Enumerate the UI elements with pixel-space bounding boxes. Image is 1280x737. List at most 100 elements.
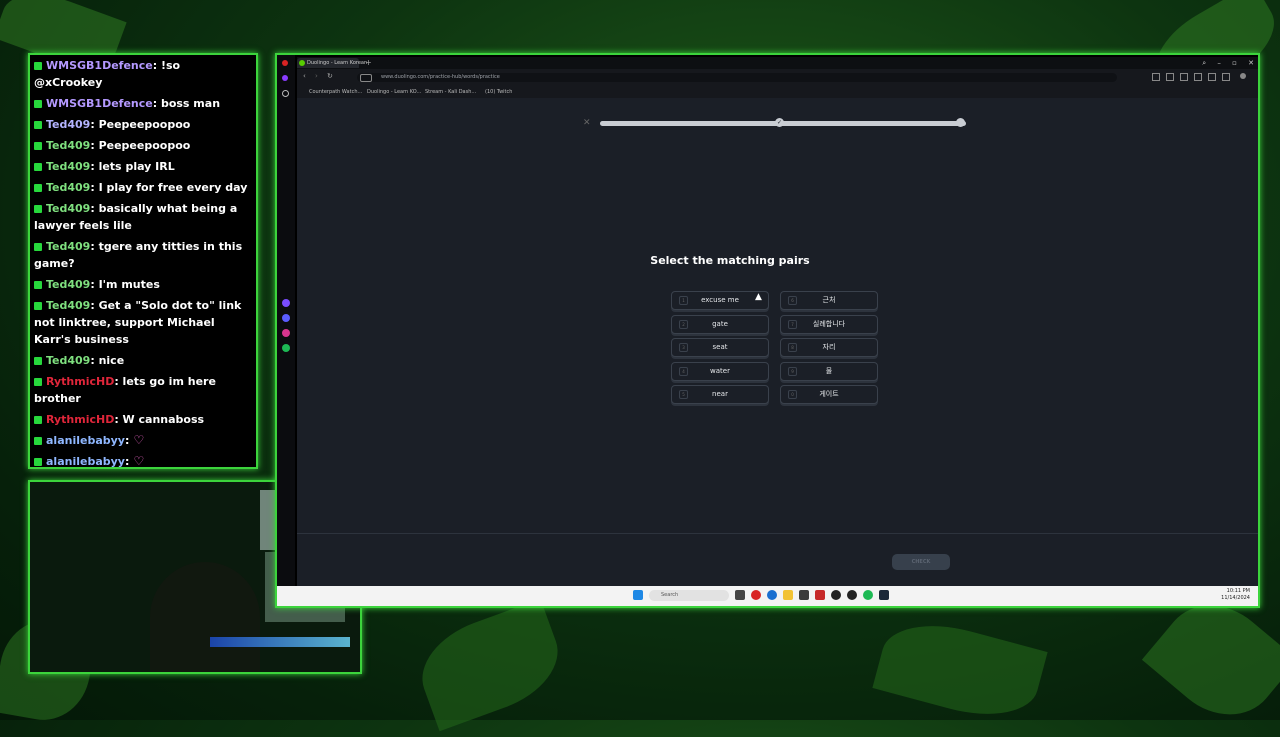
toolbar-icons bbox=[1152, 73, 1252, 81]
maximize-button[interactable]: ▫ bbox=[1232, 59, 1237, 67]
obs-icon[interactable] bbox=[831, 590, 841, 600]
forward-icon[interactable]: › bbox=[315, 72, 318, 80]
close-window-button[interactable]: ✕ bbox=[1248, 59, 1254, 67]
opera-icon[interactable] bbox=[751, 590, 761, 600]
explorer-icon[interactable] bbox=[783, 590, 793, 600]
prompt-title: Select the matching pairs bbox=[650, 254, 810, 267]
chat-username[interactable]: Ted409 bbox=[46, 299, 90, 312]
chat-username[interactable]: Ted409 bbox=[46, 160, 90, 173]
heart-icon[interactable] bbox=[1180, 73, 1188, 81]
taskview-icon[interactable] bbox=[735, 590, 745, 600]
chat-username[interactable]: Ted409 bbox=[46, 354, 90, 367]
leaf-decoration bbox=[408, 598, 572, 732]
chat-username[interactable]: WMSGB1Defence bbox=[46, 59, 153, 72]
pair-label: excuse me bbox=[701, 296, 739, 304]
pair-number: 5 bbox=[679, 390, 688, 399]
extensions-icon[interactable] bbox=[1194, 73, 1202, 81]
pair-number: 8 bbox=[788, 343, 797, 352]
bookmark-4[interactable]: (10) Twitch bbox=[485, 89, 512, 95]
snapshot-icon[interactable] bbox=[1166, 73, 1174, 81]
vpn-badge[interactable] bbox=[360, 74, 372, 82]
chat-username[interactable]: Ted409 bbox=[46, 139, 90, 152]
chat-message: Ted409: Get a "Solo dot to" link not lin… bbox=[30, 295, 256, 350]
pair-right-2[interactable]: 7 실례합니다 bbox=[780, 314, 878, 334]
progress-bar: ✓ bbox=[600, 118, 966, 127]
bookmark-3[interactable]: Stream - Kali Dash... bbox=[425, 89, 476, 95]
kick-badge-icon bbox=[34, 281, 42, 289]
kick-badge-icon bbox=[34, 378, 42, 386]
pair-left-5[interactable]: 5 near bbox=[671, 385, 769, 404]
pair-right-3[interactable]: 8 자리 bbox=[780, 338, 878, 357]
lesson-footer: CHECK bbox=[297, 533, 1258, 587]
profile-icon[interactable] bbox=[1240, 73, 1246, 79]
chat-username[interactable]: Ted409 bbox=[46, 181, 90, 194]
chat-message: Ted409: I'm mutes bbox=[30, 274, 256, 295]
messenger-icon[interactable] bbox=[282, 314, 290, 322]
webcam-rgb-strip bbox=[210, 637, 350, 647]
store-icon[interactable] bbox=[799, 590, 809, 600]
chat-message: RythmicHD: lets go im here brother bbox=[30, 371, 256, 409]
pair-right-5[interactable]: 0 게이트 bbox=[780, 385, 878, 404]
steam-icon[interactable] bbox=[879, 590, 889, 600]
chat-username[interactable]: Ted409 bbox=[46, 118, 90, 131]
browser-sidebar bbox=[277, 55, 295, 604]
bookmark-2[interactable]: Duolingo - Learn KO... bbox=[367, 89, 421, 95]
home-icon[interactable] bbox=[282, 75, 288, 81]
pair-label: 근처 bbox=[822, 296, 836, 304]
url-input[interactable]: www.duolingo.com/practice-hub/words/prac… bbox=[357, 73, 1117, 82]
menu-icon[interactable] bbox=[1222, 73, 1230, 81]
chat-username[interactable]: RythmicHD bbox=[46, 413, 114, 426]
clock-time: 10:11 PM bbox=[1226, 588, 1250, 594]
pair-number: 4 bbox=[679, 366, 688, 376]
check-button[interactable]: CHECK bbox=[892, 554, 950, 570]
instagram-icon[interactable] bbox=[282, 329, 290, 337]
search-tabs-icon[interactable]: ⌕ bbox=[1202, 59, 1206, 67]
pair-left-3[interactable]: 3 seat bbox=[671, 338, 769, 357]
download-icon[interactable] bbox=[1208, 73, 1216, 81]
opera-logo-icon[interactable] bbox=[282, 60, 288, 66]
pair-left-4[interactable]: 4 water bbox=[671, 361, 769, 381]
chat-username[interactable]: alanilebabyy bbox=[46, 434, 125, 447]
pair-left-2[interactable]: 2 gate bbox=[671, 314, 769, 334]
chat-username[interactable]: alanilebabyy bbox=[46, 455, 125, 467]
kick-badge-icon bbox=[34, 121, 42, 129]
chat-username[interactable]: WMSGB1Defence bbox=[46, 97, 153, 110]
spotify-taskbar-icon[interactable] bbox=[863, 590, 873, 600]
chat-message: WMSGB1Defence: !so @xCrookey bbox=[30, 55, 256, 93]
chat-message: alanilebabyy: ♡ bbox=[30, 451, 256, 468]
pair-right-1[interactable]: 6 근처 bbox=[780, 291, 878, 310]
chat-username[interactable]: Ted409 bbox=[46, 278, 90, 291]
system-tray: 10:11 PM 11/14/2024 bbox=[1221, 588, 1250, 602]
minimize-button[interactable]: – bbox=[1217, 59, 1221, 67]
pair-label: 자리 bbox=[822, 343, 836, 351]
start-icon[interactable] bbox=[633, 590, 643, 600]
new-tab-button[interactable]: + bbox=[365, 58, 372, 68]
chat-message: RythmicHD: W cannaboss bbox=[30, 409, 256, 430]
edge-icon[interactable] bbox=[767, 590, 777, 600]
back-icon[interactable]: ‹ bbox=[303, 72, 306, 80]
finish-icon bbox=[956, 118, 965, 127]
app2-icon[interactable] bbox=[847, 590, 857, 600]
heart-emote-icon: ♡ bbox=[129, 454, 145, 468]
kick-badge-icon bbox=[34, 184, 42, 192]
taskbar-search[interactable]: Search bbox=[649, 590, 729, 601]
window-controls: ⌕ – ▫ ✕ bbox=[1202, 57, 1254, 69]
camera-icon[interactable] bbox=[1152, 73, 1160, 81]
pair-number: 1 bbox=[679, 296, 688, 305]
chat-username[interactable]: Ted409 bbox=[46, 240, 90, 253]
chat-username[interactable]: Ted409 bbox=[46, 202, 90, 215]
reload-icon[interactable]: ↻ bbox=[327, 72, 333, 80]
app-icon[interactable] bbox=[815, 590, 825, 600]
chat-username[interactable]: RythmicHD bbox=[46, 375, 114, 388]
house-icon[interactable] bbox=[282, 90, 289, 97]
chat-text: : I play for free every day bbox=[90, 181, 248, 194]
kick-badge-icon bbox=[34, 357, 42, 365]
bookmark-1[interactable]: Counterpath Watch... bbox=[309, 89, 362, 95]
tab-duolingo[interactable]: Duolingo - Learn Korean bbox=[297, 58, 367, 68]
spotify-icon[interactable] bbox=[282, 344, 290, 352]
aria-icon[interactable] bbox=[282, 299, 290, 307]
browser-window: Duolingo - Learn Korean + ⌕ – ▫ ✕ ‹ › ↻ … bbox=[275, 53, 1260, 608]
close-lesson-icon[interactable]: ✕ bbox=[583, 118, 591, 128]
chat-message: Ted409: I play for free every day bbox=[30, 177, 256, 198]
pair-right-4[interactable]: 9물 bbox=[780, 361, 878, 381]
